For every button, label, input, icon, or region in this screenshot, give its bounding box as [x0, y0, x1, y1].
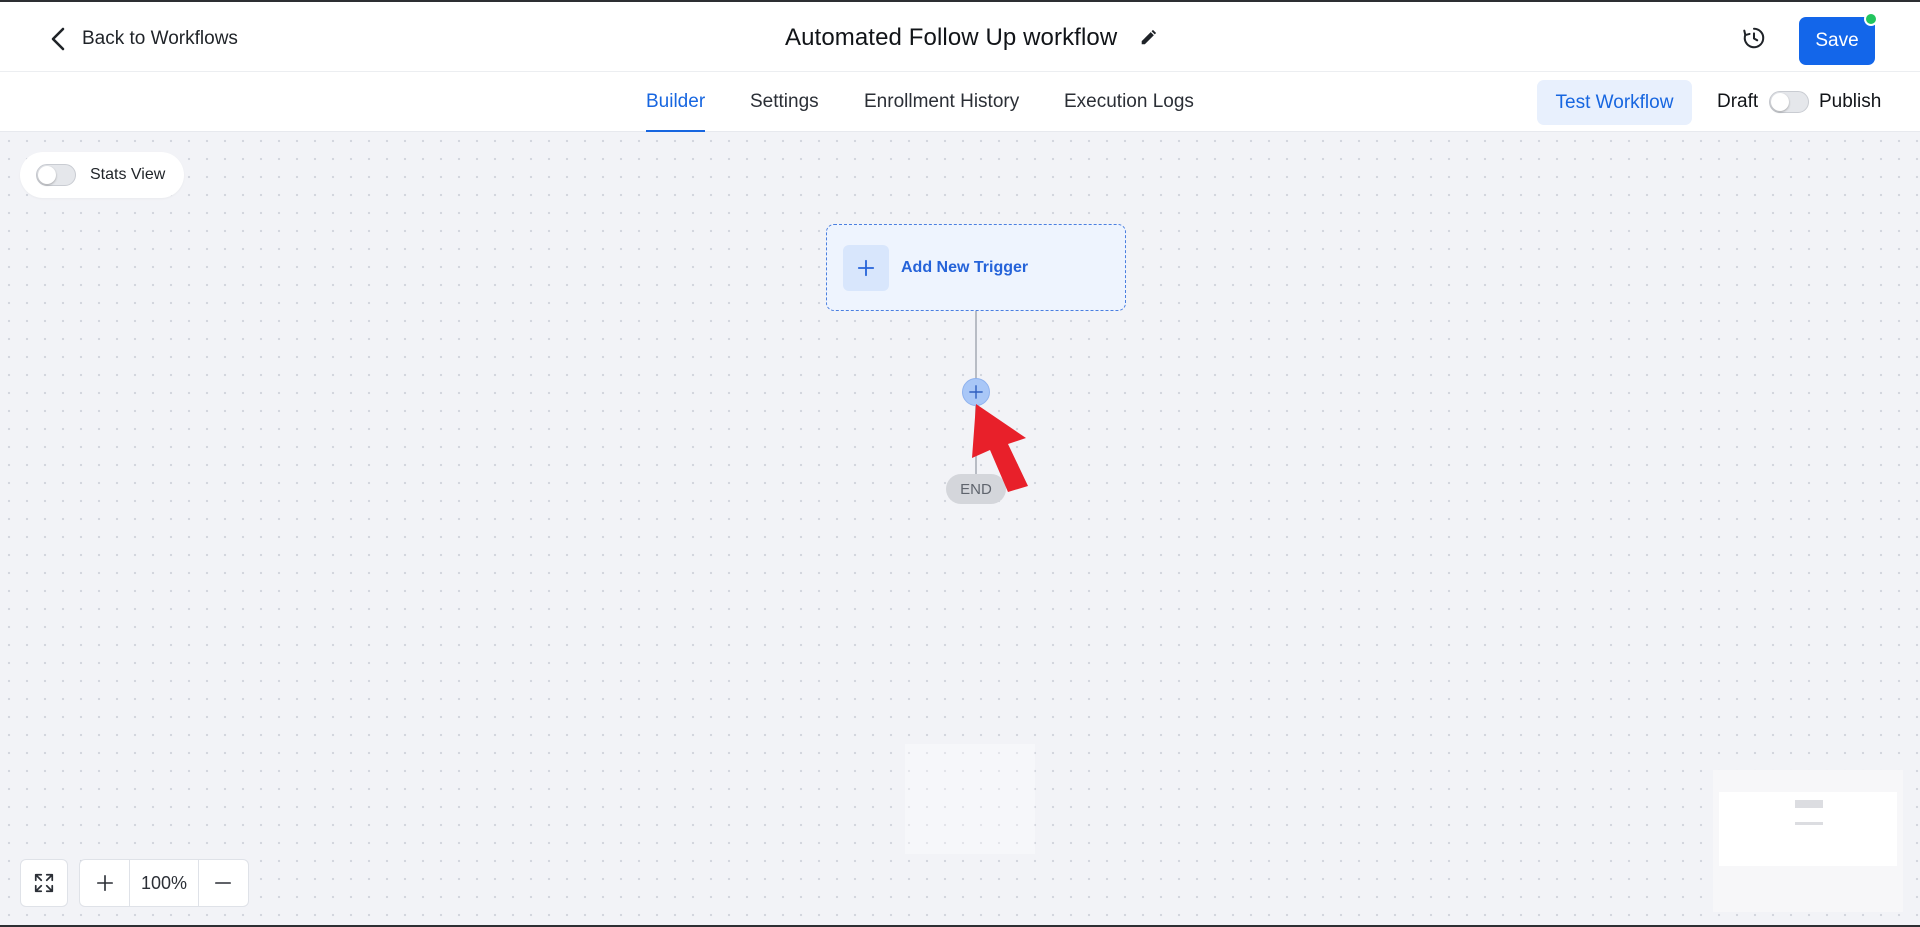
- back-to-workflows-link[interactable]: Back to Workflows: [48, 24, 238, 54]
- workflow-canvas[interactable]: Stats View Add New Trigger END 100%: [0, 132, 1920, 927]
- add-new-trigger-card[interactable]: Add New Trigger: [826, 224, 1126, 311]
- draft-label: Draft: [1717, 91, 1759, 112]
- add-new-trigger-label: Add New Trigger: [901, 258, 1029, 276]
- plus-icon: [843, 244, 889, 291]
- minimap-viewport: [1719, 792, 1897, 866]
- tab-execution-logs[interactable]: Execution Logs: [1064, 72, 1194, 132]
- top-header: Back to Workflows Automated Follow Up wo…: [0, 0, 1920, 72]
- plus-icon: [969, 385, 983, 399]
- zoom-controls: 100%: [79, 859, 249, 907]
- test-workflow-button[interactable]: Test Workflow: [1537, 80, 1692, 125]
- chevron-left-icon: [51, 27, 65, 51]
- workflow-title: Automated Follow Up workflow: [785, 24, 1118, 51]
- canvas-ghost-area: [905, 744, 1035, 854]
- connector-line: [975, 311, 977, 379]
- stats-view-control: Stats View: [20, 152, 184, 198]
- fit-screen-icon[interactable]: [20, 859, 68, 907]
- tab-bar: Builder Settings Enrollment History Exec…: [0, 72, 1920, 132]
- plus-icon: [96, 874, 113, 892]
- toggle-knob: [38, 166, 56, 184]
- minimap-node: [1795, 800, 1823, 808]
- zoom-level: 100%: [129, 860, 199, 906]
- workflow-title-group: Automated Follow Up workflow: [785, 22, 1159, 54]
- toggle-knob: [1771, 93, 1789, 111]
- minimap-node: [1795, 822, 1823, 825]
- history-clock-icon[interactable]: [1740, 24, 1768, 52]
- stats-view-toggle[interactable]: [36, 164, 76, 186]
- pointer-arrow-icon: [972, 404, 1028, 492]
- status-dot: [1864, 12, 1878, 26]
- zoom-out-button[interactable]: [199, 860, 248, 906]
- publish-toggle[interactable]: [1769, 91, 1809, 113]
- stats-view-label: Stats View: [90, 166, 166, 183]
- publish-label: Publish: [1819, 91, 1882, 112]
- tab-enrollment-history[interactable]: Enrollment History: [864, 72, 1019, 132]
- minus-icon: [215, 882, 232, 884]
- minimap[interactable]: [1713, 770, 1903, 912]
- pencil-icon[interactable]: [1139, 28, 1159, 48]
- tab-settings[interactable]: Settings: [750, 72, 819, 132]
- zoom-in-button[interactable]: [80, 860, 129, 906]
- save-button[interactable]: Save: [1799, 17, 1875, 65]
- tab-builder[interactable]: Builder: [646, 72, 706, 132]
- back-label: Back to Workflows: [82, 28, 238, 49]
